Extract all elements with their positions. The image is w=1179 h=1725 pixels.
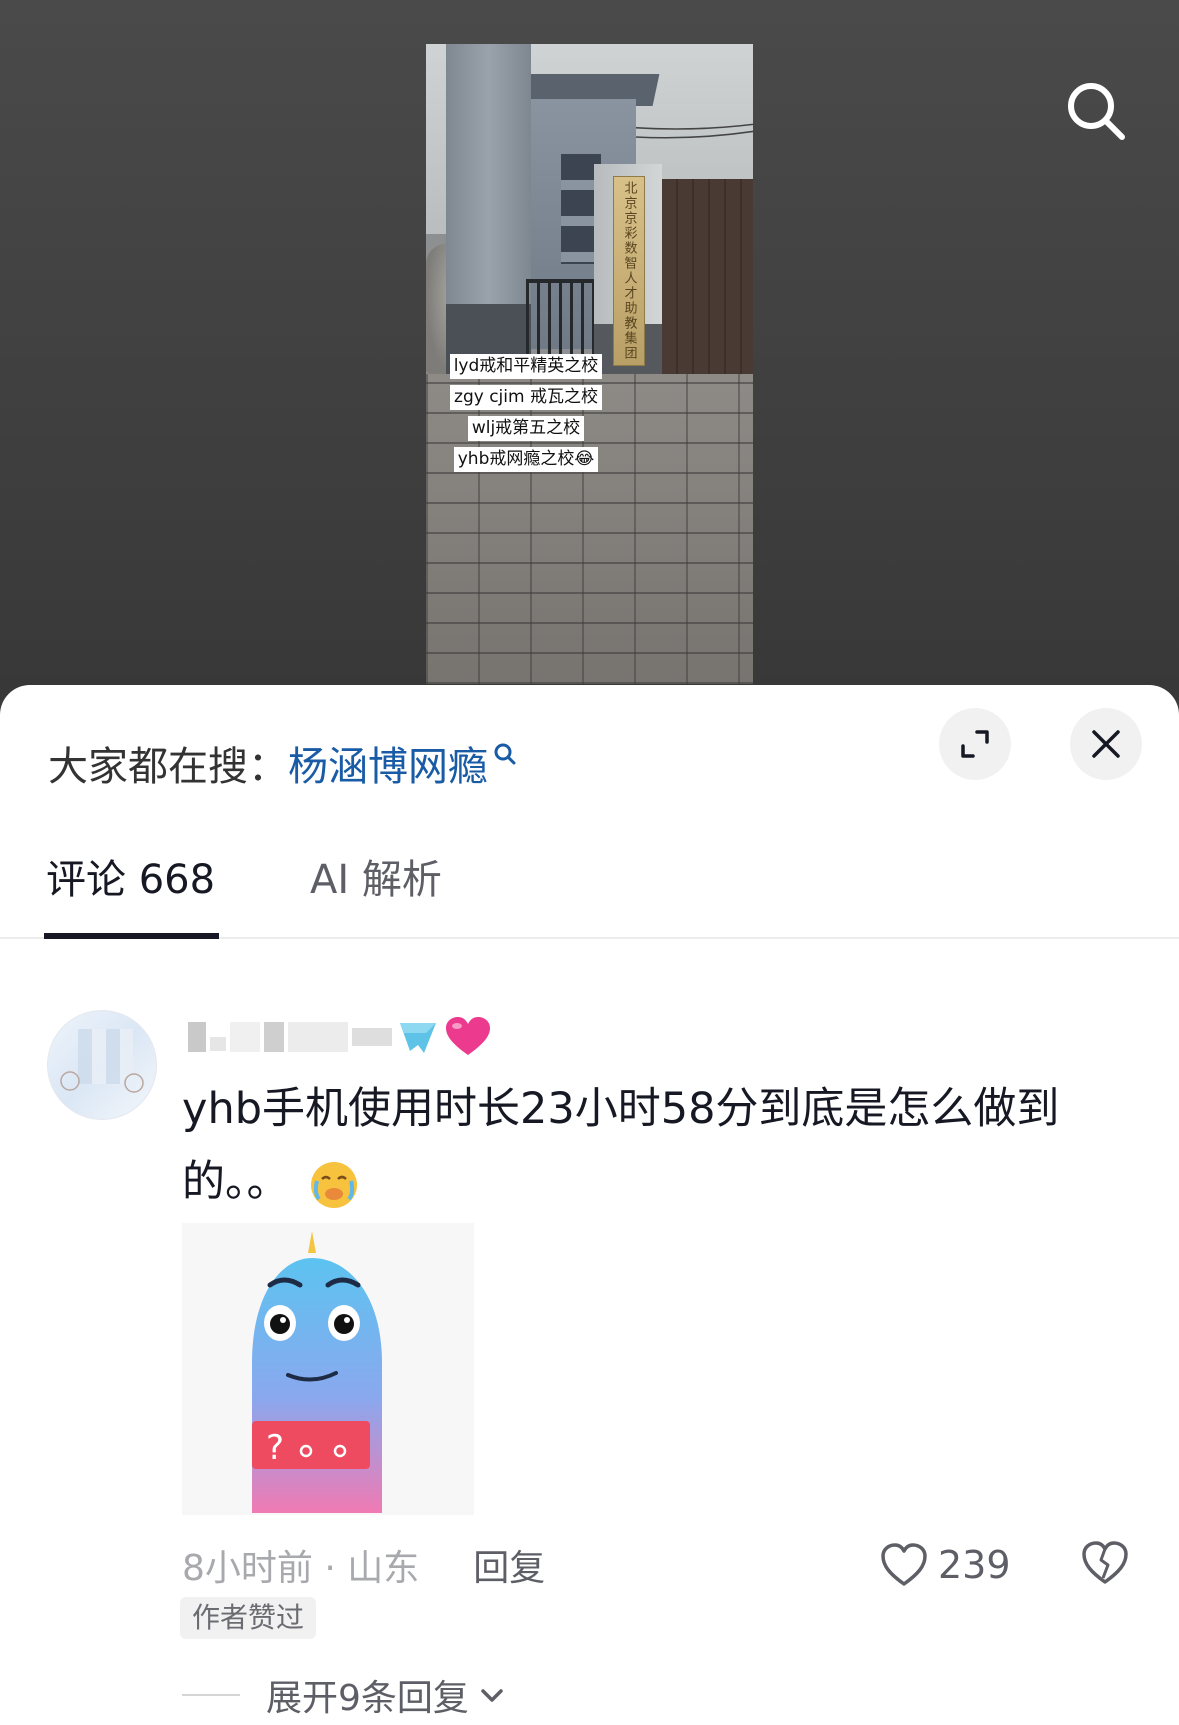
broken-heart-icon	[1082, 1541, 1128, 1584]
heart-emoji-icon	[446, 1017, 490, 1055]
tab-ai-analysis[interactable]: AI 解析	[310, 847, 442, 905]
hot-search-label: 大家都在搜：	[48, 744, 288, 790]
close-icon	[1092, 730, 1120, 758]
comment-text: yhb手机使用时长23小时58分到底是怎么做到的。。	[182, 1073, 1082, 1219]
heart-outline-icon	[881, 1543, 927, 1586]
username-blurred[interactable]	[188, 1015, 492, 1059]
video-frame: 北京京彩数智人才助教集团 lyd戒和平精英之校 zgy cjim 戒瓦之校 wl…	[426, 44, 753, 684]
blur-block	[288, 1022, 348, 1052]
search-small-icon	[494, 743, 516, 765]
comment-time-location: 8小时前 · 山东	[182, 1548, 420, 1589]
hot-search[interactable]: 大家都在搜： 杨涵博网瘾	[48, 733, 518, 793]
blue-ribbon-icon	[400, 1023, 436, 1053]
author-liked-badge: 作者赞过	[180, 1597, 317, 1639]
avatar-cat-icon	[60, 1071, 144, 1093]
blur-block	[230, 1022, 260, 1052]
comment-sheet: 大家都在搜： 杨涵博网瘾 评论 668 AI 解析 yhb手机使用时长23小时5…	[0, 685, 1179, 1725]
school-plaque: 北京京彩数智人才助教集团	[613, 176, 645, 366]
avatar[interactable]	[47, 1010, 157, 1120]
expand-button[interactable]	[939, 708, 1011, 780]
blur-block	[264, 1022, 284, 1052]
crying-emoji-icon	[310, 1161, 357, 1208]
search-button[interactable]	[1060, 75, 1132, 147]
caption-line: zgy cjim 戒瓦之校	[450, 385, 602, 410]
caption-line: lyd戒和平精英之校	[449, 354, 603, 379]
expand-divider	[182, 1694, 240, 1696]
like-count: 239	[938, 1543, 1011, 1587]
svg-text:?: ?	[266, 1428, 284, 1468]
hot-search-term[interactable]: 杨涵博网瘾	[288, 734, 488, 792]
tab-comments[interactable]: 评论 668	[46, 847, 215, 905]
comment-meta: 8小时前 · 山东 回复	[182, 1540, 545, 1590]
cartoon-fish-sticker-icon: ?	[252, 1231, 382, 1513]
video-player[interactable]: 北京京彩数智人才助教集团 lyd戒和平精英之校 zgy cjim 戒瓦之校 wl…	[0, 0, 1179, 700]
tab-bar: 评论 668 AI 解析	[0, 825, 1179, 939]
like-button[interactable]: 239	[880, 1538, 1011, 1592]
caption-line: yhb戒网瘾之校😂	[453, 447, 599, 472]
expand-replies-button[interactable]: 展开9条回复	[182, 1670, 507, 1720]
sticker-image[interactable]: ?	[182, 1223, 474, 1515]
expand-replies-label: 展开9条回复	[266, 1678, 469, 1719]
close-button[interactable]	[1070, 708, 1142, 780]
dislike-button[interactable]	[1080, 1538, 1130, 1588]
caption-line: wlj戒第五之校	[467, 416, 585, 441]
active-tab-indicator	[44, 933, 219, 939]
chevron-down-icon	[481, 1689, 503, 1702]
blur-block	[352, 1028, 392, 1046]
search-icon	[1068, 83, 1125, 140]
reply-button[interactable]: 回复	[473, 1539, 545, 1591]
blur-block	[210, 1037, 226, 1051]
blur-block	[188, 1022, 206, 1052]
video-captions: lyd戒和平精英之校 zgy cjim 戒瓦之校 wlj戒第五之校 yhb戒网瘾…	[426, 354, 626, 472]
expand-icon	[961, 730, 989, 758]
